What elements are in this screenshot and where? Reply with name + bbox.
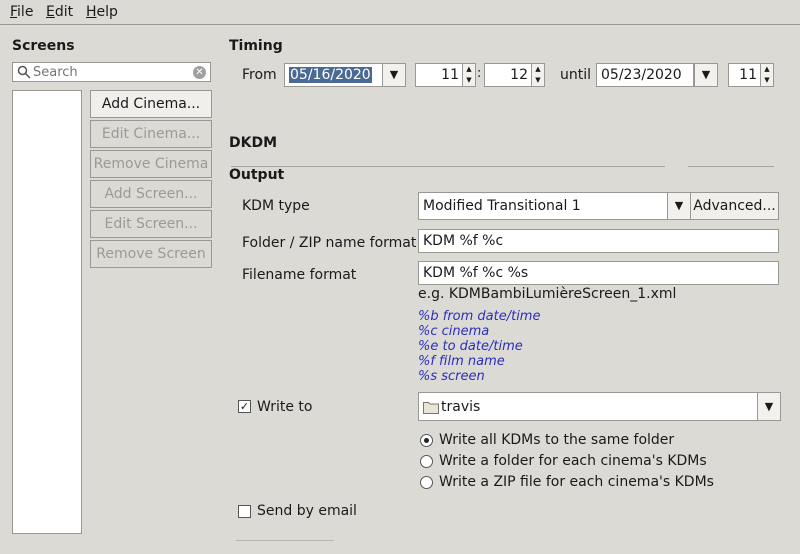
from-label: From xyxy=(242,67,277,83)
radio-zip-each[interactable] xyxy=(420,476,433,489)
timing-title: Timing xyxy=(229,38,283,54)
radio-zip-each-label: Write a ZIP file for each cinema's KDMs xyxy=(439,474,714,490)
dkdm-title: DKDM xyxy=(229,135,278,151)
menu-help-label: elp xyxy=(96,4,118,20)
menu-help[interactable]: Help xyxy=(86,4,118,20)
folder-format-value: KDM %f %c xyxy=(423,233,504,249)
write-to-folder-value: travis xyxy=(441,399,481,415)
menu-help-mnemonic: H xyxy=(86,4,97,20)
radio-folder-each[interactable] xyxy=(420,455,433,468)
menu-edit[interactable]: Edit xyxy=(46,4,73,20)
edit-cinema-button[interactable]: Edit Cinema... xyxy=(90,120,212,148)
spin-arrows-icon[interactable]: ▲ ▼ xyxy=(760,64,773,86)
menu-file-mnemonic: F xyxy=(10,4,18,20)
until-hour-spinner[interactable]: 11 ▲ ▼ xyxy=(728,63,774,87)
send-email-checkbox[interactable] xyxy=(238,505,251,518)
from-date-value: 05/16/2020 xyxy=(289,67,372,83)
until-date-dropdown[interactable]: ▼ xyxy=(694,63,718,87)
kdm-type-select[interactable]: Modified Transitional 1 xyxy=(418,192,668,220)
until-label: until xyxy=(560,67,592,83)
kdm-type-value: Modified Transitional 1 xyxy=(423,198,581,214)
separator xyxy=(236,540,334,541)
radio-same-folder[interactable] xyxy=(420,434,433,447)
spin-arrows-icon[interactable]: ▲ ▼ xyxy=(462,64,475,86)
folder-format-input[interactable]: KDM %f %c xyxy=(418,229,779,253)
output-title: Output xyxy=(229,167,285,183)
folder-format-label: Folder / ZIP name format xyxy=(242,235,417,251)
kdm-type-dropdown[interactable]: ▼ xyxy=(667,192,691,220)
until-date-value: 05/23/2020 xyxy=(601,67,682,83)
add-screen-button[interactable]: Add Screen... xyxy=(90,180,212,208)
checkmark-icon: ✓ xyxy=(239,400,250,413)
filename-format-label: Filename format xyxy=(242,267,357,283)
filename-format-value: KDM %f %c %s xyxy=(423,265,529,281)
write-to-checkbox[interactable]: ✓ xyxy=(238,400,251,413)
add-cinema-button[interactable]: Add Cinema... xyxy=(90,90,212,118)
advanced-button[interactable]: Advanced... xyxy=(690,192,779,220)
remove-screen-button[interactable]: Remove Screen xyxy=(90,240,212,268)
separator xyxy=(688,166,774,167)
radio-same-folder-label: Write all KDMs to the same folder xyxy=(439,432,675,448)
search-box[interactable]: ✕ xyxy=(12,62,211,82)
from-hour-value: 11 xyxy=(441,67,459,83)
from-minute-spinner[interactable]: 12 ▲ ▼ xyxy=(484,63,545,87)
from-date-dropdown[interactable]: ▼ xyxy=(382,63,406,87)
until-date-field[interactable]: 05/23/2020 xyxy=(596,63,694,87)
hint-line: %s screen xyxy=(418,369,485,384)
time-separator: : xyxy=(477,66,482,81)
kdm-type-label: KDM type xyxy=(242,198,310,214)
clear-icon[interactable]: ✕ xyxy=(193,66,206,79)
chevron-down-icon: ▼ xyxy=(701,68,711,81)
filename-format-input[interactable]: KDM %f %c %s xyxy=(418,261,779,285)
folder-icon xyxy=(423,402,439,414)
from-minute-value: 12 xyxy=(510,67,528,83)
write-to-folder-select[interactable]: travis xyxy=(418,392,758,421)
hint-line: %e to date/time xyxy=(418,339,523,354)
menu-file[interactable]: File xyxy=(10,4,33,20)
menu-bar xyxy=(0,0,800,25)
menu-file-label: ile xyxy=(17,4,34,20)
chevron-down-icon: ▼ xyxy=(389,68,399,81)
spin-arrows-icon[interactable]: ▲ ▼ xyxy=(531,64,544,86)
hint-line: %b from date/time xyxy=(418,309,541,324)
write-to-label: Write to xyxy=(257,399,313,415)
filename-example: e.g. KDMBambiLumièreScreen_1.xml xyxy=(418,286,677,302)
screens-title: Screens xyxy=(12,38,75,54)
remove-cinema-button[interactable]: Remove Cinema xyxy=(90,150,212,178)
edit-screen-button[interactable]: Edit Screen... xyxy=(90,210,212,238)
radio-folder-each-label: Write a folder for each cinema's KDMs xyxy=(439,453,707,469)
separator xyxy=(231,166,665,167)
send-email-label: Send by email xyxy=(257,503,357,519)
until-hour-value: 11 xyxy=(739,67,757,83)
menu-edit-mnemonic: E xyxy=(46,4,55,20)
search-input[interactable] xyxy=(33,64,183,80)
search-icon xyxy=(17,65,31,79)
chevron-down-icon: ▼ xyxy=(674,199,684,212)
chevron-down-icon: ▼ xyxy=(764,400,774,413)
write-to-dropdown[interactable]: ▼ xyxy=(757,392,781,421)
from-date-field[interactable]: 05/16/2020 xyxy=(284,63,383,87)
hint-line: %c cinema xyxy=(418,324,490,339)
from-hour-spinner[interactable]: 11 ▲ ▼ xyxy=(415,63,476,87)
menu-edit-label: dit xyxy=(54,4,74,20)
screens-list[interactable] xyxy=(12,90,82,534)
hint-line: %f film name xyxy=(418,354,505,369)
